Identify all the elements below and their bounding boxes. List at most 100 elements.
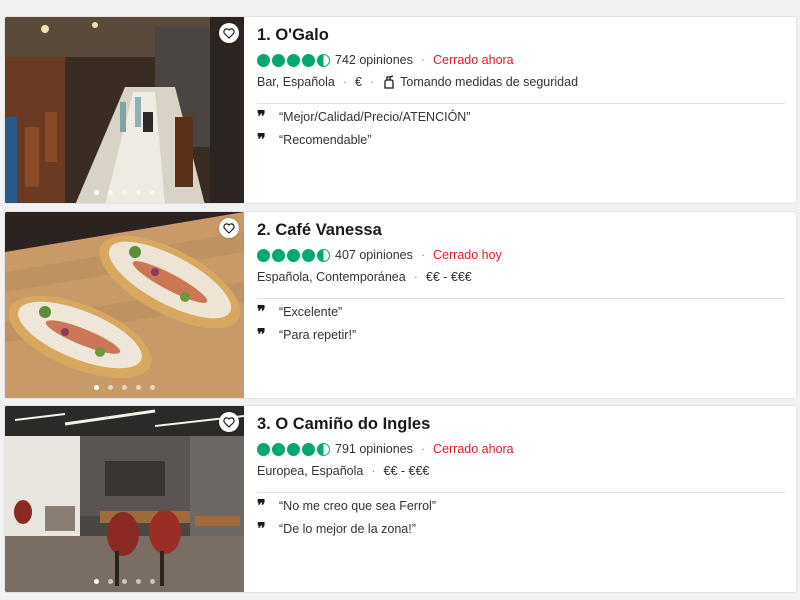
bar-interior-photo — [5, 17, 244, 203]
rating-row: 742 opiniones · Cerrado ahora — [257, 53, 514, 67]
restaurant-photo[interactable] — [5, 406, 244, 592]
safety-measures-link[interactable]: Tomando medidas de seguridad — [400, 75, 578, 89]
rating-bubbles — [257, 53, 330, 67]
rating-bubbles — [257, 248, 330, 262]
quote-icon: ❞ — [257, 519, 266, 538]
photo-carousel-dots — [5, 190, 244, 195]
save-heart-button[interactable] — [219, 218, 239, 238]
carousel-dot[interactable] — [136, 190, 141, 195]
open-status: Cerrado ahora — [433, 442, 514, 456]
carousel-dot[interactable] — [150, 579, 155, 584]
price-range: €€ - €€€ — [425, 270, 472, 284]
photo-carousel-dots — [5, 579, 244, 584]
restaurant-photo[interactable] — [5, 212, 244, 398]
quote-icon: ❞ — [257, 302, 266, 321]
review-snippet[interactable]: ❞ “Mejor/Calidad/Precio/ATENCIÓN” — [257, 107, 471, 126]
carousel-dot[interactable] — [108, 190, 113, 195]
restaurant-info: 3. O Camiño do Ingles 791 opiniones · Ce… — [257, 406, 785, 592]
heart-icon — [223, 222, 235, 234]
rating-bubble-icon — [302, 248, 315, 262]
carousel-dot[interactable] — [94, 385, 99, 390]
rating-bubble-icon — [302, 442, 315, 456]
meta-row: Europea, Española · €€ - €€€ — [257, 464, 429, 478]
restaurant-title-link[interactable]: 1. O'Galo — [257, 26, 329, 45]
heart-icon — [223, 416, 235, 428]
review-snippet[interactable]: ❞ “De lo mejor de la zona!” — [257, 519, 416, 538]
separator-dot: · — [342, 75, 348, 89]
cuisine-label: Europea, Española — [257, 464, 364, 478]
restaurant-info: 1. O'Galo 742 opiniones · Cerrado ahora … — [257, 17, 785, 203]
carousel-dot[interactable] — [150, 190, 155, 195]
rating-row: 791 opiniones · Cerrado ahora — [257, 442, 514, 456]
cuisine-label: Bar, Española — [257, 75, 335, 89]
restaurant-interior-photo — [5, 406, 244, 592]
rating-bubble-icon — [272, 442, 285, 456]
review-snippet[interactable]: ❞ “Para repetir!” — [257, 325, 357, 344]
review-snippet[interactable]: ❞ “No me creo que sea Ferrol” — [257, 496, 437, 515]
rating-bubble-icon — [257, 248, 270, 262]
rating-bubble-icon — [287, 53, 300, 67]
restaurant-photo[interactable] — [5, 17, 244, 203]
save-heart-button[interactable] — [219, 23, 239, 43]
separator-dot: · — [420, 53, 426, 67]
meta-row: Española, Contemporánea · €€ - €€€ — [257, 270, 472, 284]
carousel-dot[interactable] — [94, 190, 99, 195]
rating-bubble-icon — [302, 53, 315, 67]
photo-carousel-dots — [5, 385, 244, 390]
review-snippet-text: “De lo mejor de la zona!” — [279, 522, 416, 536]
divider — [257, 298, 785, 299]
restaurant-title-link[interactable]: 2. Café Vanessa — [257, 221, 382, 240]
hand-sanitizer-icon — [382, 75, 396, 89]
restaurant-card[interactable]: 2. Café Vanessa 407 opiniones · Cerrado … — [4, 211, 797, 399]
quote-icon: ❞ — [257, 496, 266, 515]
divider — [257, 103, 785, 104]
tapas-dish-photo — [5, 212, 244, 398]
review-count-link[interactable]: 742 opiniones — [335, 53, 413, 67]
carousel-dot[interactable] — [136, 579, 141, 584]
divider — [257, 492, 785, 493]
separator-dot: · — [413, 270, 418, 284]
separator-dot: · — [371, 464, 376, 478]
separator-dot: · — [420, 248, 426, 262]
rating-bubble-icon — [287, 442, 300, 456]
price-range: €€ - €€€ — [383, 464, 430, 478]
restaurant-title-link[interactable]: 3. O Camiño do Ingles — [257, 415, 430, 434]
rating-bubbles — [257, 442, 330, 456]
review-snippet-text: “Mejor/Calidad/Precio/ATENCIÓN” — [279, 110, 471, 124]
quote-icon: ❞ — [257, 107, 266, 126]
open-status: Cerrado ahora — [433, 53, 514, 67]
carousel-dot[interactable] — [150, 385, 155, 390]
rating-bubble-icon — [257, 53, 270, 67]
review-snippet-text: “Recomendable” — [279, 133, 372, 147]
restaurant-info: 2. Café Vanessa 407 opiniones · Cerrado … — [257, 212, 785, 398]
carousel-dot[interactable] — [136, 385, 141, 390]
separator-dot: · — [420, 442, 426, 456]
review-snippet-text: “Excelente” — [279, 305, 343, 319]
rating-bubble-half-icon — [317, 53, 330, 67]
restaurant-card[interactable]: 3. O Camiño do Ingles 791 opiniones · Ce… — [4, 405, 797, 593]
review-count-link[interactable]: 791 opiniones — [335, 442, 413, 456]
carousel-dot[interactable] — [122, 190, 127, 195]
review-snippet[interactable]: ❞ “Excelente” — [257, 302, 343, 321]
rating-bubble-half-icon — [317, 442, 330, 456]
carousel-dot[interactable] — [108, 579, 113, 584]
review-snippet-text: “Para repetir!” — [279, 328, 357, 342]
carousel-dot[interactable] — [122, 385, 127, 390]
review-snippet-text: “No me creo que sea Ferrol” — [279, 499, 437, 513]
separator-dot: · — [369, 75, 375, 89]
rating-bubble-half-icon — [317, 248, 330, 262]
review-snippet[interactable]: ❞ “Recomendable” — [257, 132, 372, 148]
restaurant-card[interactable]: 1. O'Galo 742 opiniones · Cerrado ahora … — [4, 16, 797, 204]
carousel-dot[interactable] — [122, 579, 127, 584]
review-count-link[interactable]: 407 opiniones — [335, 248, 413, 262]
open-status: Cerrado hoy — [433, 248, 502, 262]
rating-bubble-icon — [287, 248, 300, 262]
heart-icon — [223, 27, 235, 39]
rating-bubble-icon — [272, 53, 285, 67]
cuisine-label: Española, Contemporánea — [257, 270, 406, 284]
carousel-dot[interactable] — [108, 385, 113, 390]
carousel-dot[interactable] — [94, 579, 99, 584]
quote-icon: ❞ — [257, 325, 266, 344]
save-heart-button[interactable] — [219, 412, 239, 432]
rating-row: 407 opiniones · Cerrado hoy — [257, 248, 502, 262]
